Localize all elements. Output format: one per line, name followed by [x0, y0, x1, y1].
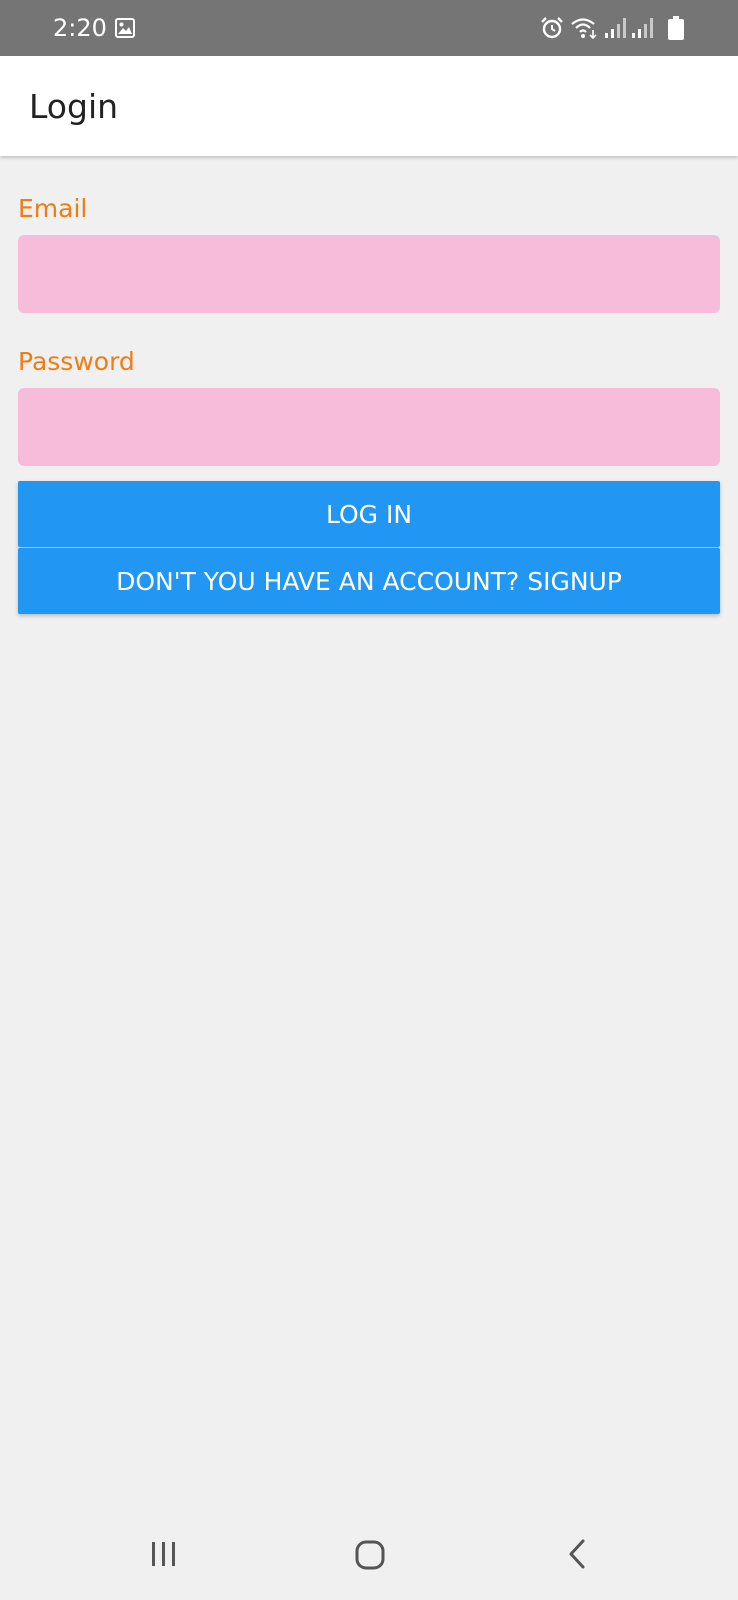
home-icon[interactable]	[354, 1539, 386, 1571]
battery-icon	[668, 16, 684, 40]
app-bar: Login	[0, 56, 738, 156]
alarm-icon	[541, 17, 563, 39]
page-title: Login	[29, 87, 119, 126]
back-icon[interactable]	[565, 1538, 589, 1570]
email-label: Email	[18, 194, 88, 223]
wifi-icon	[571, 18, 597, 40]
signal-icon	[605, 18, 626, 38]
navigation-bar	[0, 1500, 738, 1600]
signup-button[interactable]: DON'T YOU HAVE AN ACCOUNT? SIGNUP	[18, 548, 720, 614]
signal-icon	[632, 18, 653, 38]
password-field[interactable]	[18, 388, 720, 466]
email-field[interactable]	[18, 235, 720, 313]
status-time: 2:20	[53, 14, 107, 42]
status-bar: 2:20	[0, 0, 738, 56]
password-label: Password	[18, 347, 135, 376]
recent-apps-icon[interactable]	[148, 1540, 180, 1568]
login-button[interactable]: LOG IN	[18, 481, 720, 547]
image-icon	[115, 18, 135, 38]
